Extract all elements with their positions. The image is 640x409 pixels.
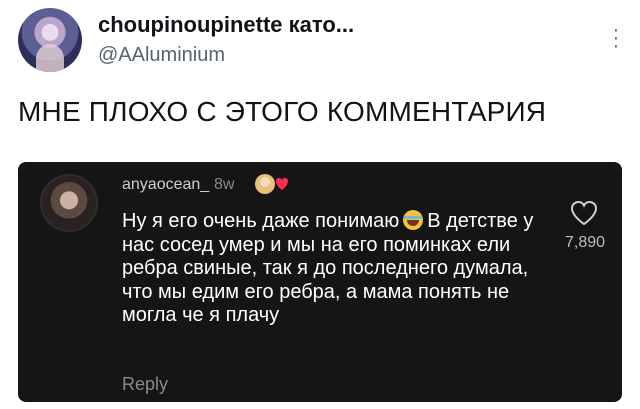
tweet-header: choupinoupinette като... @AAluminium · · · xyxy=(18,4,622,80)
tweet-text: МНЕ ПЛОХО С ЭТОГО КОММЕНТАРИЯ xyxy=(18,96,547,127)
user-handle[interactable]: @AAluminium xyxy=(98,44,225,67)
comment-text: Ну я его очень даже понимаю В детстве у н… xyxy=(122,210,542,328)
heart-icon[interactable] xyxy=(570,200,598,226)
avatar[interactable] xyxy=(18,8,82,72)
like-count: 7,890 xyxy=(564,234,606,251)
comment-screenshot[interactable]: anyaocean_ 8w Ну я его очень даже понима… xyxy=(18,162,622,402)
liked-by-author-badge xyxy=(255,174,288,194)
comment-timestamp: 8w xyxy=(214,176,235,193)
commenter-avatar xyxy=(40,174,98,232)
laughing-emoji-icon xyxy=(403,210,424,230)
comment-text-part1: Ну я его очень даже понимаю xyxy=(122,210,400,232)
display-name[interactable]: choupinoupinette като... xyxy=(98,12,354,38)
more-vertical-icon[interactable]: · · · xyxy=(610,20,622,56)
commenter-username: anyaocean_ xyxy=(122,176,210,193)
reply-button[interactable]: Reply xyxy=(122,374,168,395)
